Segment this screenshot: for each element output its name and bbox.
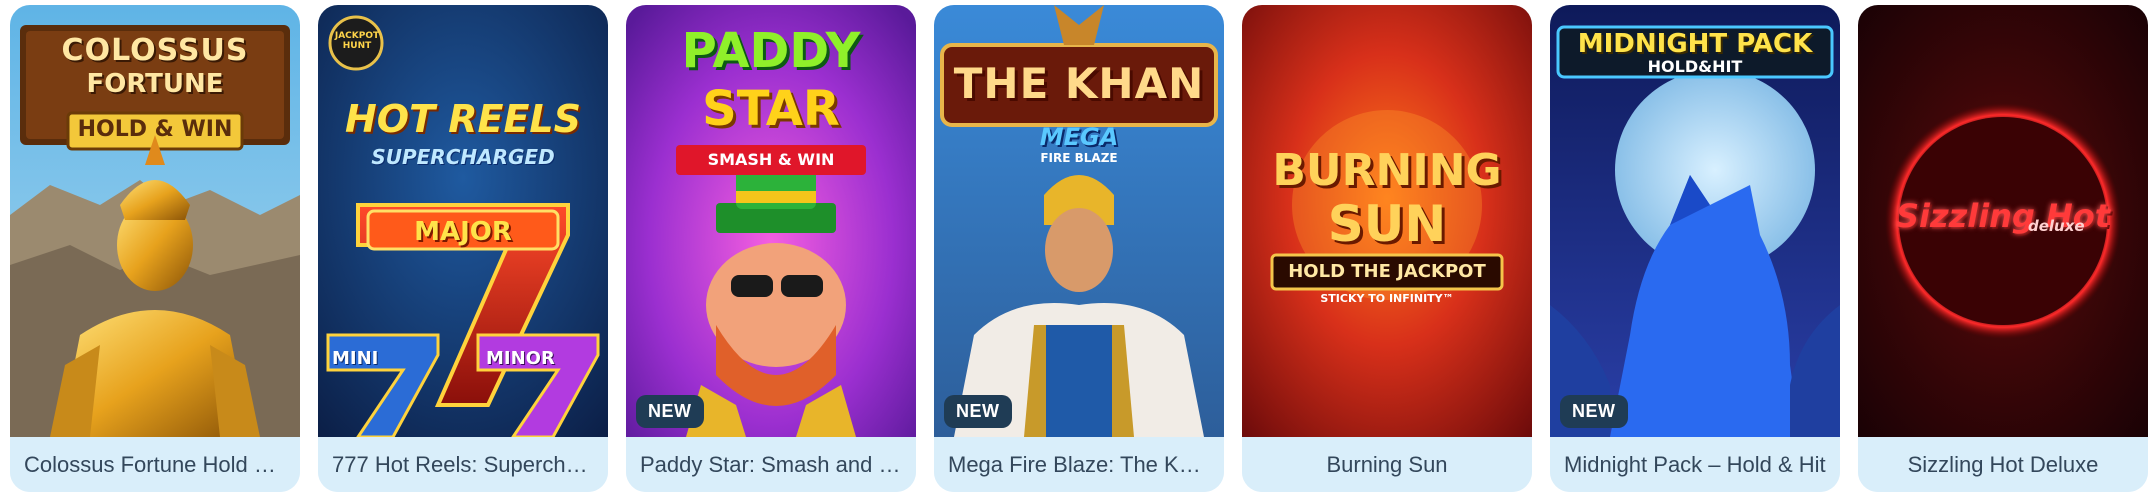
game-thumbnail[interactable]: COLOSSUS FORTUNE HOLD & WIN bbox=[10, 5, 300, 437]
game-title-text: 777 Hot Reels: Supercharged bbox=[332, 451, 594, 477]
game-title[interactable]: 777 Hot Reels: Supercharged bbox=[318, 437, 608, 492]
game-title-text: Burning Sun bbox=[1326, 451, 1448, 477]
game-logo-line: PADDY bbox=[681, 23, 861, 79]
game-title-text: Colossus Fortune Hold & Win bbox=[24, 451, 286, 477]
minor-label: MINOR bbox=[486, 348, 555, 369]
game-title[interactable]: Sizzling Hot Deluxe bbox=[1858, 437, 2148, 492]
game-thumbnail[interactable]: THE KHAN MEGA FIRE BLAZE NEW bbox=[934, 5, 1224, 437]
game-logo-line: COLOSSUS bbox=[61, 33, 249, 68]
game-logo-line: HOLD&HIT bbox=[1647, 57, 1743, 76]
game-title-text: Mega Fire Blaze: The Khan bbox=[948, 451, 1210, 477]
game-card-burning-sun[interactable]: BURNING SUN HOLD THE JACKPOT STICKY TO I… bbox=[1242, 5, 1532, 492]
game-logo-line: STAR bbox=[702, 81, 840, 137]
game-card-colossus-fortune[interactable]: COLOSSUS FORTUNE HOLD & WIN Colossus For… bbox=[10, 5, 300, 492]
mini-label: MINI bbox=[332, 348, 379, 369]
game-logo-line: FIRE BLAZE bbox=[1040, 151, 1118, 165]
new-badge: NEW bbox=[636, 395, 704, 428]
game-title[interactable]: Midnight Pack – Hold & Hit bbox=[1550, 437, 1840, 492]
game-logo-line: FORTUNE bbox=[86, 69, 224, 99]
game-card-the-khan[interactable]: THE KHAN MEGA FIRE BLAZE NEW Mega Fire B… bbox=[934, 5, 1224, 492]
jackpot-hunt-tag: JACKPOT HUNT bbox=[334, 31, 380, 51]
game-logo-line: THE KHAN bbox=[953, 59, 1205, 108]
game-title-text: Midnight Pack – Hold & Hit bbox=[1564, 451, 1826, 477]
game-logo-line: HOT REELS bbox=[344, 97, 581, 141]
game-card-paddy-star[interactable]: PADDY STAR SMASH & WIN NEW Paddy Star: S… bbox=[626, 5, 916, 492]
game-title-text: Paddy Star: Smash and Win bbox=[640, 451, 902, 477]
game-title[interactable]: Paddy Star: Smash and Win bbox=[626, 437, 916, 492]
game-logo-line: MEGA bbox=[1039, 123, 1119, 151]
game-logo-line: Sizzling Hot bbox=[1895, 197, 2111, 235]
game-logo-line: HOLD THE JACKPOT bbox=[1288, 261, 1486, 282]
game-logo-line: deluxe bbox=[2028, 217, 2085, 235]
game-title[interactable]: Burning Sun bbox=[1242, 437, 1532, 492]
game-logo-line: SUPERCHARGED bbox=[371, 145, 555, 169]
game-logo-line: BURNING bbox=[1272, 145, 1502, 196]
game-card-midnight-pack[interactable]: MIDNIGHT PACK HOLD&HIT NEW Midnight Pack… bbox=[1550, 5, 1840, 492]
new-badge: NEW bbox=[944, 395, 1012, 428]
game-thumbnail[interactable]: JACKPOT HUNT HOT REELS SUPERCHARGED MAJO… bbox=[318, 5, 608, 437]
game-logo-line: STICKY TO INFINITY™ bbox=[1320, 292, 1454, 305]
game-title-text: Sizzling Hot Deluxe bbox=[1907, 451, 2099, 477]
game-logo-line: MIDNIGHT PACK bbox=[1577, 29, 1813, 59]
game-logo-line: HOLD & WIN bbox=[77, 117, 233, 142]
new-badge: NEW bbox=[1560, 395, 1628, 428]
game-card-777-hot-reels[interactable]: JACKPOT HUNT HOT REELS SUPERCHARGED MAJO… bbox=[318, 5, 608, 492]
game-title[interactable]: Colossus Fortune Hold & Win bbox=[10, 437, 300, 492]
game-thumbnail[interactable]: Sizzling Hot deluxe bbox=[1858, 5, 2148, 437]
game-card-sizzling-hot-deluxe[interactable]: Sizzling Hot deluxe Sizzling Hot Deluxe bbox=[1858, 5, 2148, 492]
major-label: MAJOR bbox=[414, 217, 512, 247]
game-logo-line: SUN bbox=[1327, 195, 1447, 253]
game-thumbnail[interactable]: BURNING SUN HOLD THE JACKPOT STICKY TO I… bbox=[1242, 5, 1532, 437]
game-logo-line: SMASH & WIN bbox=[707, 150, 835, 169]
game-carousel-row: COLOSSUS FORTUNE HOLD & WIN Colossus For… bbox=[0, 0, 2154, 497]
game-thumbnail[interactable]: PADDY STAR SMASH & WIN NEW bbox=[626, 5, 916, 437]
game-title[interactable]: Mega Fire Blaze: The Khan bbox=[934, 437, 1224, 492]
game-thumbnail[interactable]: MIDNIGHT PACK HOLD&HIT NEW bbox=[1550, 5, 1840, 437]
